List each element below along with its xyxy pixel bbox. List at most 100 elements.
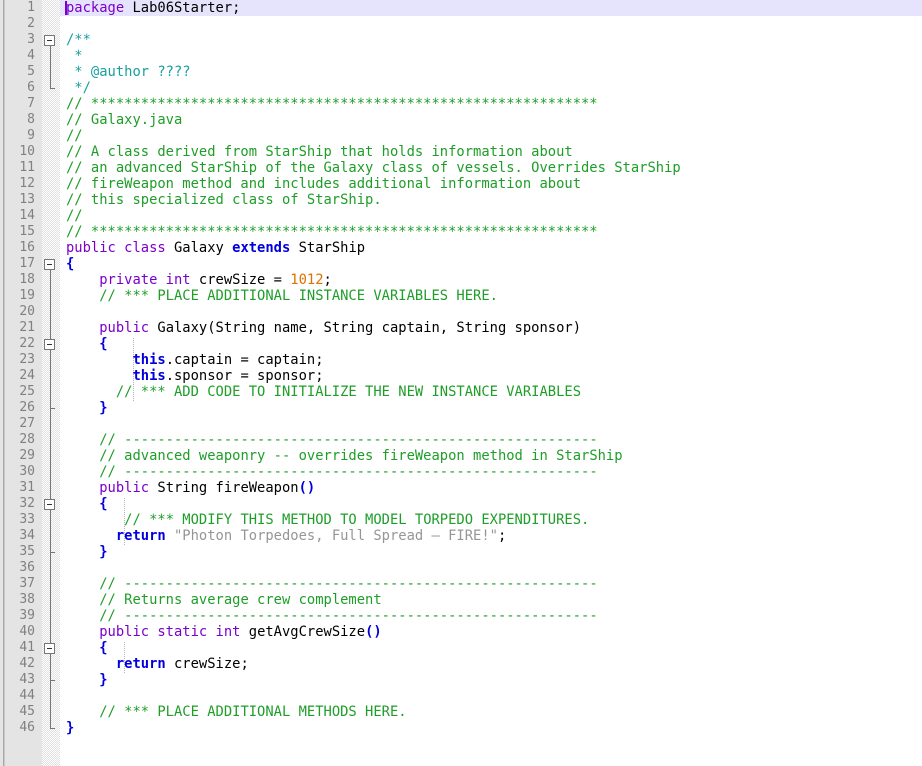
code-line[interactable]: * — [60, 48, 922, 64]
line-number[interactable]: 1 — [0, 0, 42, 16]
line-number[interactable]: 46 — [0, 720, 42, 736]
code-line[interactable]: // *** MODIFY THIS METHOD TO MODEL TORPE… — [60, 512, 922, 528]
line-number[interactable]: 29 — [0, 448, 42, 464]
code-line[interactable]: { — [60, 496, 922, 512]
minus-box-icon[interactable] — [44, 499, 55, 510]
code-line[interactable] — [60, 688, 922, 704]
line-number[interactable]: 3 — [0, 32, 42, 48]
code-line[interactable]: // — [60, 208, 922, 224]
code-line[interactable]: this.captain = captain; — [60, 352, 922, 368]
line-number[interactable]: 41 — [0, 640, 42, 656]
code-text-area[interactable]: package Lab06Starter; /** * * @author ??… — [60, 0, 922, 766]
fold-collapse-toggle[interactable] — [42, 640, 60, 656]
code-line[interactable]: // *************************************… — [60, 96, 922, 112]
line-number[interactable]: 17 — [0, 256, 42, 272]
line-number[interactable]: 2 — [0, 16, 42, 32]
code-line[interactable]: // — [60, 128, 922, 144]
code-folding-gutter[interactable] — [42, 0, 60, 766]
fold-collapse-toggle[interactable] — [42, 336, 60, 352]
code-line[interactable]: // A class derived from StarShip that ho… — [60, 144, 922, 160]
code-line[interactable] — [60, 560, 922, 576]
code-line[interactable]: private int crewSize = 1012; — [60, 272, 922, 288]
line-number[interactable]: 26 — [0, 400, 42, 416]
code-line[interactable]: // -------------------------------------… — [60, 576, 922, 592]
line-number[interactable]: 45 — [0, 704, 42, 720]
code-line[interactable]: // Galaxy.java — [60, 112, 922, 128]
code-line[interactable]: } — [60, 400, 922, 416]
code-line[interactable]: public String fireWeapon() — [60, 480, 922, 496]
line-number[interactable]: 40 — [0, 624, 42, 640]
line-number[interactable]: 10 — [0, 144, 42, 160]
line-number[interactable]: 9 — [0, 128, 42, 144]
code-line[interactable]: // fireWeapon method and includes additi… — [60, 176, 922, 192]
line-number[interactable]: 6 — [0, 80, 42, 96]
line-number[interactable]: 32 — [0, 496, 42, 512]
code-line[interactable]: * @author ???? — [60, 64, 922, 80]
line-number[interactable]: 14 — [0, 208, 42, 224]
code-line[interactable]: public static int getAvgCrewSize() — [60, 624, 922, 640]
line-number[interactable]: 18 — [0, 272, 42, 288]
code-line[interactable]: { — [60, 336, 922, 352]
code-line[interactable]: // -------------------------------------… — [60, 464, 922, 480]
line-number[interactable]: 36 — [0, 560, 42, 576]
code-line[interactable]: } — [60, 544, 922, 560]
line-number[interactable]: 44 — [0, 688, 42, 704]
line-number[interactable]: 15 — [0, 224, 42, 240]
code-editor[interactable]: 1 2 3 4 5 6 7 8 9 10 11 12 13 14 15 16 17 18 19 20 21 22 23 24 2… — [0, 0, 922, 766]
code-line[interactable]: return "Photon Torpedoes, Full Spread – … — [60, 528, 922, 544]
line-number[interactable]: 19 — [0, 288, 42, 304]
line-number[interactable]: 42 — [0, 656, 42, 672]
code-line[interactable]: // Returns average crew complement — [60, 592, 922, 608]
line-number[interactable]: 13 — [0, 192, 42, 208]
line-number[interactable]: 4 — [0, 48, 42, 64]
line-number[interactable]: 23 — [0, 352, 42, 368]
line-number[interactable]: 7 — [0, 96, 42, 112]
code-line[interactable]: */ — [60, 80, 922, 96]
line-number[interactable]: 28 — [0, 432, 42, 448]
fold-collapse-toggle[interactable] — [42, 32, 60, 48]
line-number[interactable]: 30 — [0, 464, 42, 480]
line-number-gutter[interactable]: 1 2 3 4 5 6 7 8 9 10 11 12 13 14 15 16 17 18 19 20 21 22 23 24 2… — [0, 0, 42, 766]
line-number[interactable]: 8 — [0, 112, 42, 128]
code-line[interactable]: public Galaxy(String name, String captai… — [60, 320, 922, 336]
line-number[interactable]: 43 — [0, 672, 42, 688]
code-line[interactable]: // -------------------------------------… — [60, 432, 922, 448]
code-line[interactable] — [60, 16, 922, 32]
minus-box-icon[interactable] — [44, 259, 55, 270]
code-line[interactable]: /** — [60, 32, 922, 48]
line-number[interactable]: 39 — [0, 608, 42, 624]
line-number[interactable]: 11 — [0, 160, 42, 176]
line-number[interactable]: 38 — [0, 592, 42, 608]
line-number[interactable]: 33 — [0, 512, 42, 528]
code-line[interactable]: { — [60, 640, 922, 656]
minus-box-icon[interactable] — [44, 35, 55, 46]
minus-box-icon[interactable] — [44, 339, 55, 350]
code-line[interactable] — [60, 416, 922, 432]
line-number[interactable]: 20 — [0, 304, 42, 320]
fold-collapse-toggle[interactable] — [42, 496, 60, 512]
code-line[interactable] — [60, 304, 922, 320]
line-number[interactable]: 25 — [0, 384, 42, 400]
line-number[interactable]: 21 — [0, 320, 42, 336]
minus-box-icon[interactable] — [44, 643, 55, 654]
fold-collapse-toggle[interactable] — [42, 256, 60, 272]
code-line[interactable]: // *** PLACE ADDITIONAL METHODS HERE. — [60, 704, 922, 720]
code-line[interactable]: this.sponsor = sponsor; — [60, 368, 922, 384]
code-line[interactable]: package Lab06Starter; — [60, 0, 922, 16]
line-number[interactable]: 24 — [0, 368, 42, 384]
code-line[interactable]: } — [60, 720, 922, 736]
code-line[interactable]: public class Galaxy extends StarShip — [60, 240, 922, 256]
code-line[interactable]: // advanced weaponry -- overrides fireWe… — [60, 448, 922, 464]
line-number[interactable]: 5 — [0, 64, 42, 80]
line-number[interactable]: 34 — [0, 528, 42, 544]
code-line[interactable]: // *** ADD CODE TO INITIALIZE THE NEW IN… — [60, 384, 922, 400]
code-line[interactable]: // an advanced StarShip of the Galaxy cl… — [60, 160, 922, 176]
code-line[interactable]: } — [60, 672, 922, 688]
line-number[interactable]: 12 — [0, 176, 42, 192]
code-line[interactable]: { — [60, 256, 922, 272]
code-line[interactable]: // *************************************… — [60, 224, 922, 240]
line-number[interactable]: 27 — [0, 416, 42, 432]
line-number[interactable]: 31 — [0, 480, 42, 496]
line-number[interactable]: 35 — [0, 544, 42, 560]
code-line[interactable]: // this specialized class of StarShip. — [60, 192, 922, 208]
